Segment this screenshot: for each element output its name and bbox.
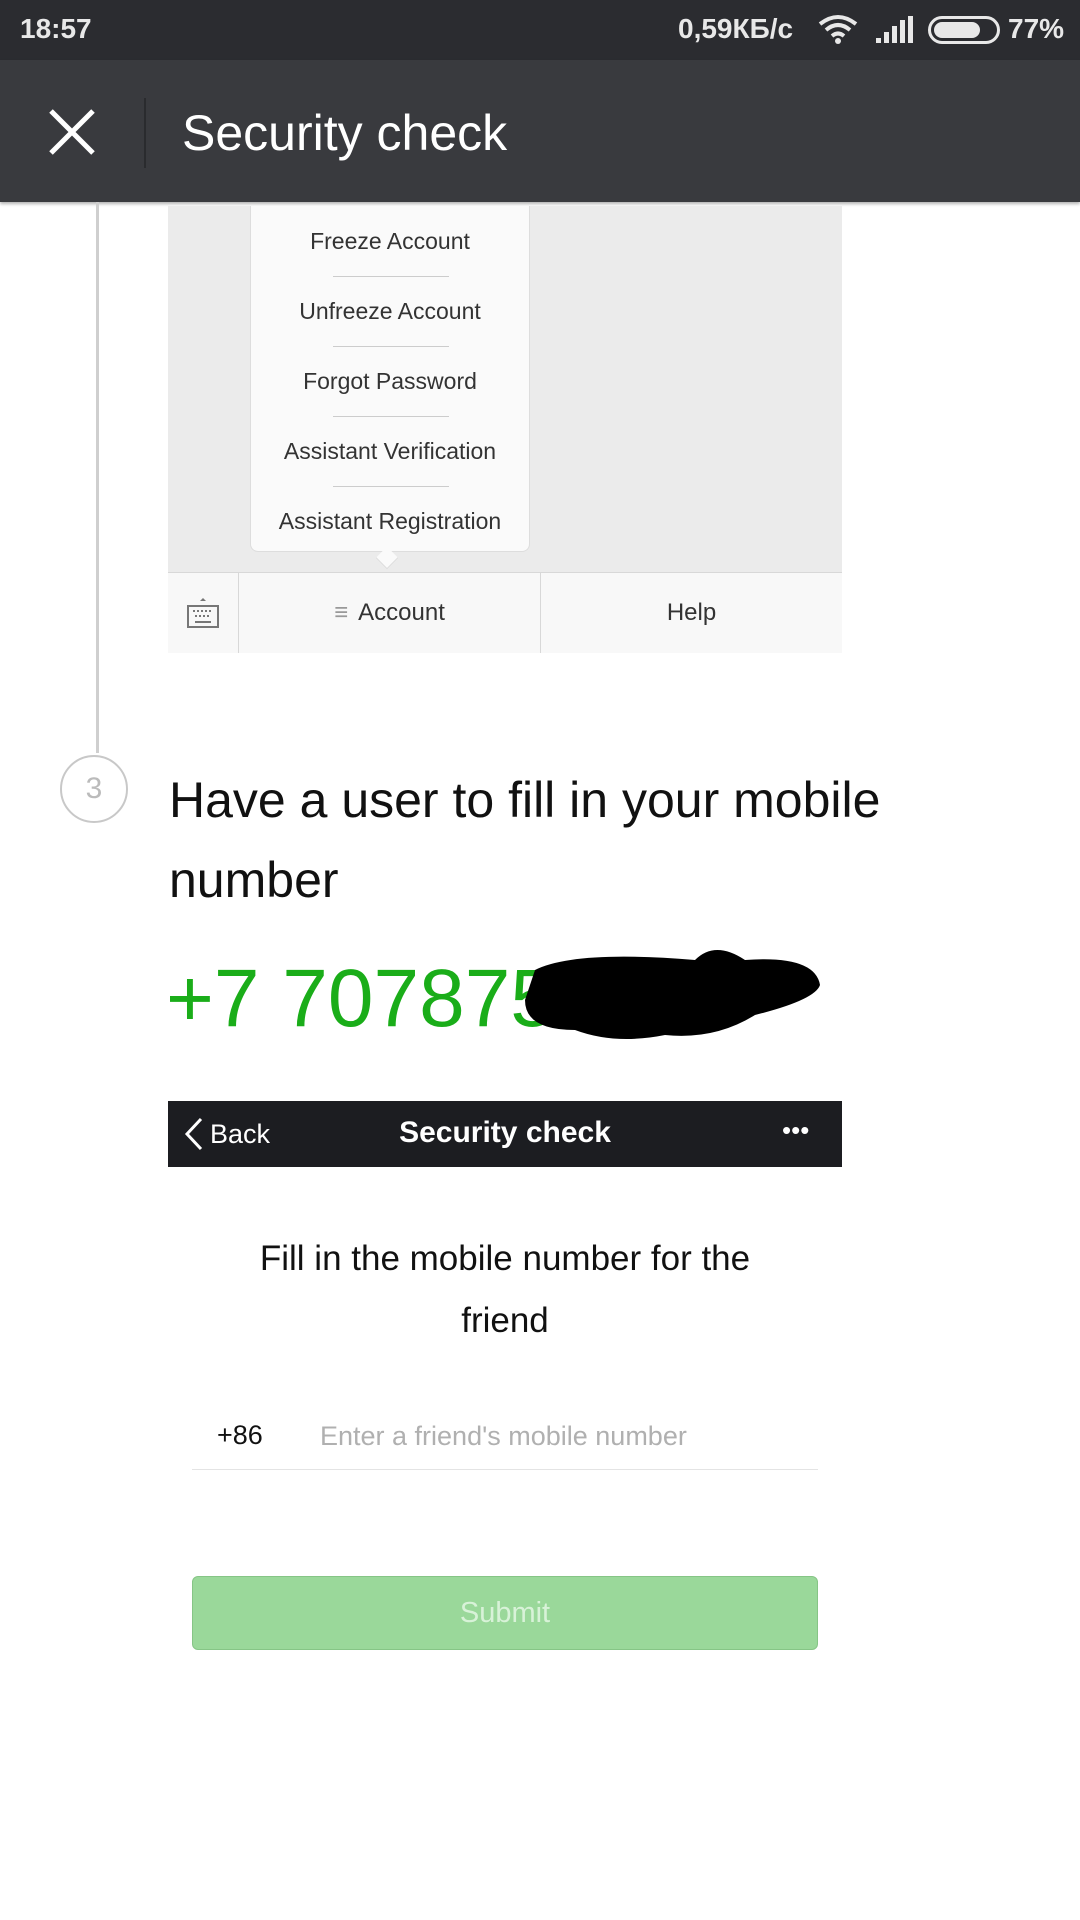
status-bar: 18:57 0,59КБ/с 77%	[0, 0, 1080, 60]
step-heading-line1: Have a user to fill in your mobile	[169, 772, 881, 828]
menu-item-forgot-password[interactable]: Forgot Password	[251, 346, 529, 416]
wifi-icon	[818, 15, 858, 44]
signal-icon	[876, 16, 913, 43]
menu-item-unfreeze[interactable]: Unfreeze Account	[251, 276, 529, 346]
prompt-text: Fill in the mobile number for the friend	[168, 1228, 842, 1352]
step-heading: Have a user to fill in your mobile numbe…	[169, 760, 880, 920]
submit-button[interactable]: Submit	[192, 1576, 818, 1650]
prompt-line1: Fill in the mobile number for the	[259, 1239, 751, 1278]
page-title: Security check	[182, 105, 508, 161]
embedded-nav-bar: Back Security check •••	[168, 1101, 842, 1167]
redaction-scribble	[525, 950, 820, 1039]
tab-help[interactable]: Help	[541, 573, 842, 653]
battery-icon	[928, 16, 1000, 44]
embedded-title: Security check	[399, 1116, 611, 1149]
menu-item-assistant-verification[interactable]: Assistant Verification	[251, 416, 529, 486]
embedded-menu-screenshot: Freeze Account Unfreeze Account Forgot P…	[168, 206, 842, 653]
friend-mobile-input[interactable]	[320, 1414, 810, 1458]
net-speed: 0,59КБ/с	[678, 13, 794, 44]
status-time: 18:57	[20, 13, 92, 44]
close-icon[interactable]	[48, 108, 96, 156]
timeline-line	[96, 202, 99, 753]
step-heading-line2: number	[169, 852, 339, 908]
tab-account[interactable]: ≡ Account	[239, 573, 541, 653]
phone-number: +7 707875	[166, 953, 556, 1044]
prompt-line2: friend	[461, 1301, 549, 1340]
step-number-badge: 3	[60, 755, 128, 823]
phone-input-row: +86	[192, 1410, 818, 1470]
more-icon[interactable]: •••	[782, 1115, 809, 1146]
menu-lines-icon: ≡	[334, 599, 349, 626]
menu-tab-bar: ≡ Account Help	[168, 572, 842, 653]
account-popup-menu: Freeze Account Unfreeze Account Forgot P…	[250, 206, 530, 552]
menu-item-assistant-registration[interactable]: Assistant Registration	[251, 486, 529, 556]
keyboard-icon[interactable]	[168, 573, 239, 653]
tab-account-label: Account	[358, 599, 445, 626]
battery-percent: 77%	[1008, 13, 1065, 44]
divider	[144, 98, 146, 168]
app-bar: Security check	[0, 60, 1080, 202]
country-code[interactable]: +86	[217, 1420, 263, 1451]
menu-item-freeze[interactable]: Freeze Account	[251, 206, 529, 276]
